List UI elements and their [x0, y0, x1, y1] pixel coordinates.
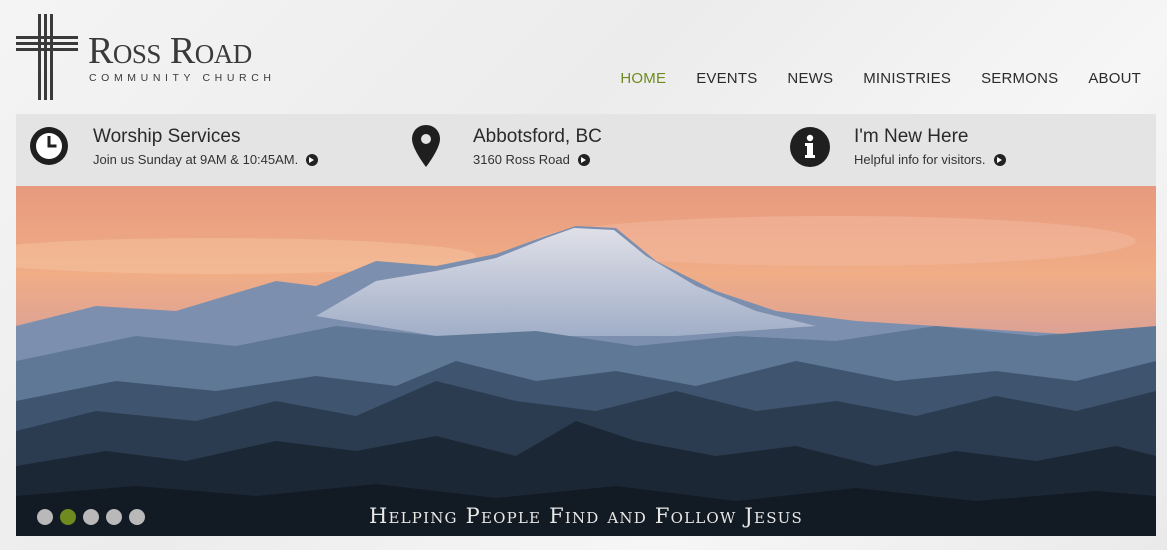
logo[interactable]: Ross Road COMMUNITY CHURCH [16, 14, 306, 102]
map-pin-icon [412, 125, 440, 167]
nav-sermons[interactable]: SERMONS [981, 70, 1058, 87]
info-subtitle-text: 3160 Ross Road [473, 152, 570, 167]
hero-slider[interactable]: Helping People Find and Follow Jesus [16, 186, 1156, 536]
clock-icon [30, 127, 68, 165]
arrow-right-icon [577, 153, 590, 166]
nav-about[interactable]: ABOUT [1088, 70, 1141, 87]
info-bar: Worship Services Join us Sunday at 9AM &… [16, 114, 1156, 186]
info-title: Worship Services [93, 126, 241, 147]
logo-subtitle: COMMUNITY CHURCH [89, 72, 276, 84]
info-title: I'm New Here [854, 126, 969, 147]
info-subtitle-text: Helpful info for visitors. [854, 152, 986, 167]
info-location[interactable]: Abbotsford, BC 3160 Ross Road [412, 114, 782, 186]
info-subtitle: 3160 Ross Road [473, 152, 590, 167]
logo-title: Ross Road [88, 30, 252, 72]
arrow-right-icon [993, 153, 1006, 166]
info-worship-services[interactable]: Worship Services Join us Sunday at 9AM &… [28, 114, 398, 186]
hero-image [16, 186, 1156, 536]
info-subtitle-text: Join us Sunday at 9AM & 10:45AM. [93, 152, 299, 167]
main-nav: HOME EVENTS NEWS MINISTRIES SERMONS ABOU… [590, 70, 1141, 87]
info-new-here[interactable]: I'm New Here Helpful info for visitors. [790, 114, 1150, 186]
nav-ministries[interactable]: MINISTRIES [863, 70, 951, 87]
cross-icon [16, 14, 78, 100]
arrow-right-icon [306, 153, 319, 166]
nav-news[interactable]: NEWS [787, 70, 833, 87]
info-subtitle: Join us Sunday at 9AM & 10:45AM. [93, 152, 319, 167]
nav-events[interactable]: EVENTS [696, 70, 757, 87]
hero-tagline: Helping People Find and Follow Jesus [368, 504, 803, 528]
info-title: Abbotsford, BC [473, 126, 602, 147]
info-icon [790, 127, 830, 167]
nav-home[interactable]: HOME [620, 70, 666, 87]
info-subtitle: Helpful info for visitors. [854, 152, 1006, 167]
site-header: Ross Road COMMUNITY CHURCH HOME EVENTS N… [0, 0, 1167, 112]
